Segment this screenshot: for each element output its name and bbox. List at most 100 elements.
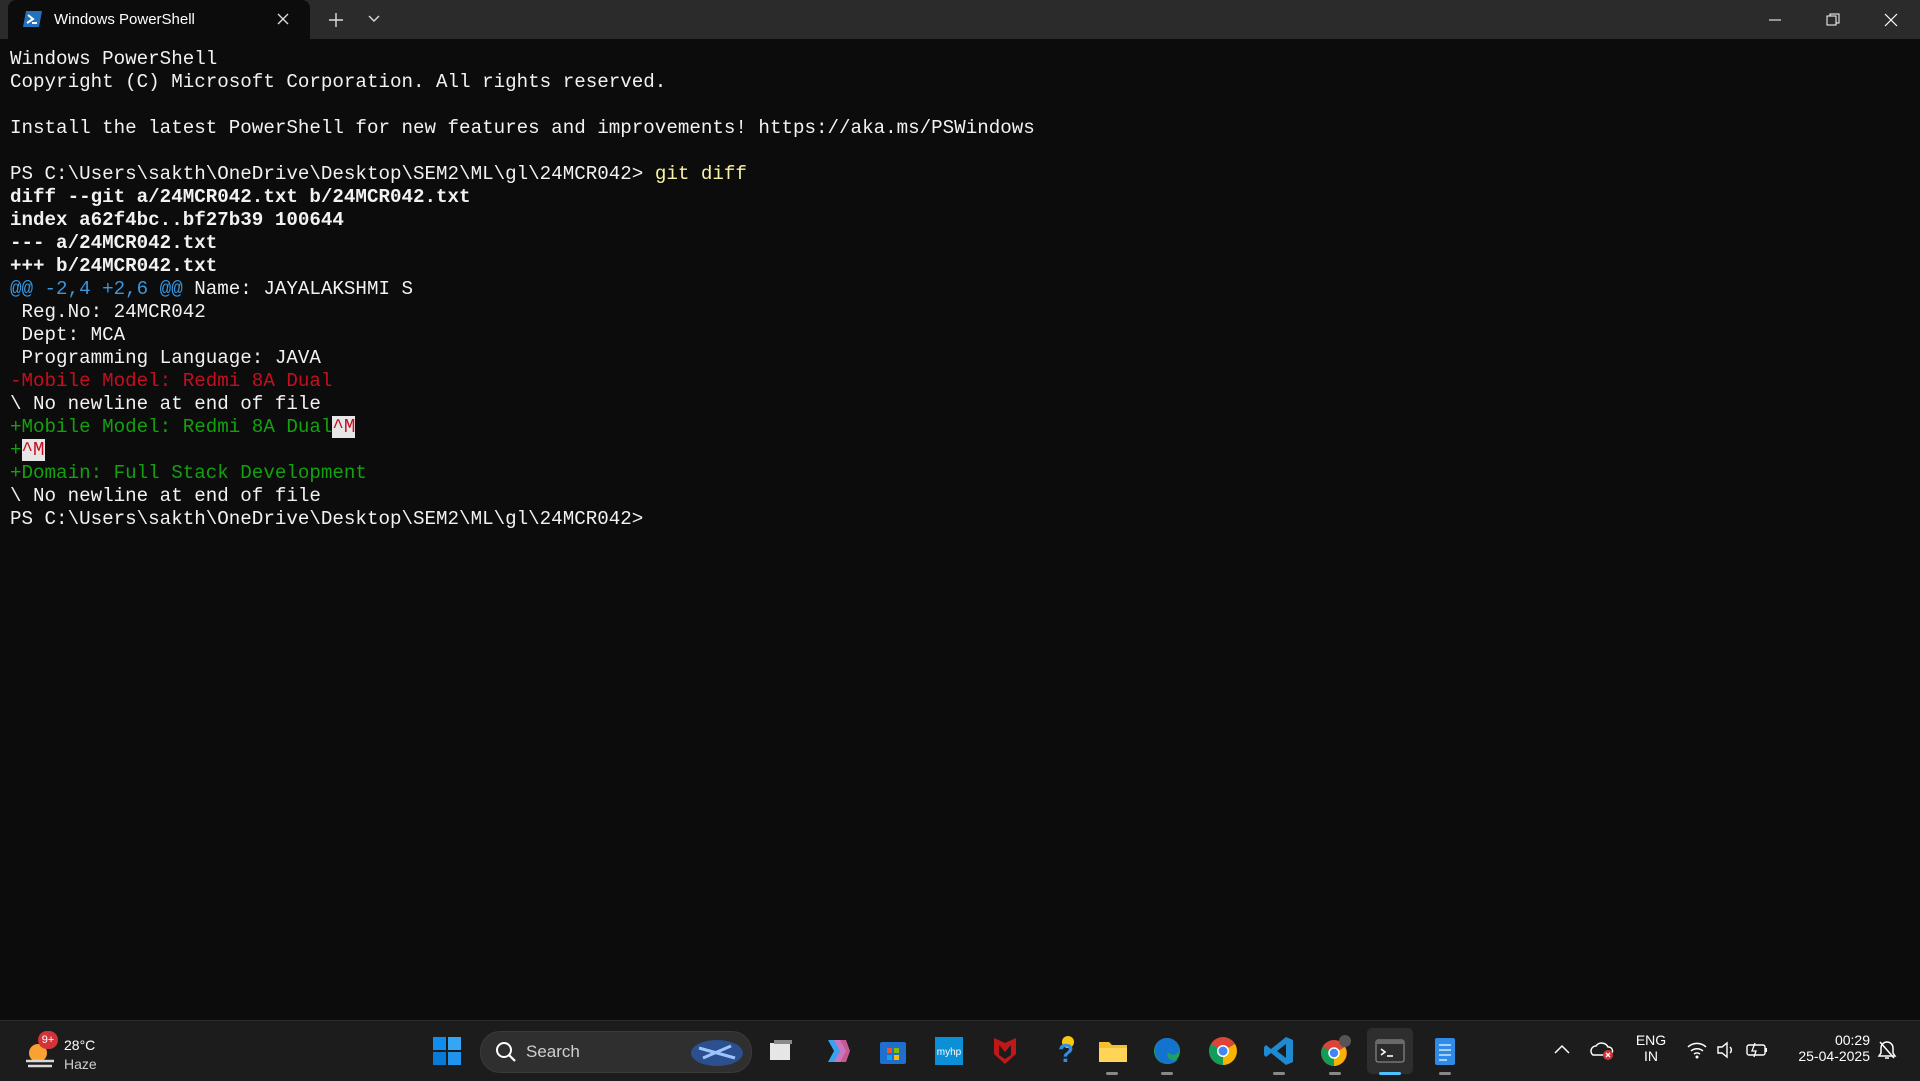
terminal-text: Windows PowerShell — [10, 48, 218, 70]
terminal-line: Windows PowerShell — [10, 48, 1910, 71]
terminal-line: +Domain: Full Stack Development — [10, 462, 1910, 485]
search-label: Search — [526, 1042, 580, 1061]
region-code: IN — [1644, 1048, 1658, 1064]
terminal-text: +Domain: Full Stack Development — [10, 462, 367, 484]
terminal-line: +^M — [10, 439, 1910, 462]
shell-prompt: PS C:\Users\sakth\OneDrive\Desktop\SEM2\… — [10, 163, 655, 185]
terminal-text: +++ b/24MCR042.txt — [10, 255, 218, 277]
microsoft-store-icon[interactable] — [876, 1034, 910, 1068]
weather-widget[interactable]: 9+ 28°C Haze — [20, 1031, 110, 1075]
search-icon — [496, 1042, 516, 1062]
chevron-down-icon[interactable] — [367, 14, 381, 24]
language-code: ENG — [1635, 1032, 1667, 1048]
powershell-icon — [23, 11, 42, 27]
terminal-line: --- a/24MCR042.txt — [10, 232, 1910, 255]
new-tab-icon[interactable] — [327, 11, 345, 29]
terminal-line: @@ -2,4 +2,6 @@ Name: JAYALAKSHMI S — [10, 278, 1910, 301]
tab-windows-powershell[interactable]: Windows PowerShell — [8, 0, 310, 39]
notification-bell-icon[interactable] — [1876, 1038, 1898, 1062]
diff-context: Name: JAYALAKSHMI S — [182, 278, 414, 300]
terminal-output[interactable]: Windows PowerShell Copyright (C) Microsof… — [10, 48, 1910, 1008]
running-indicator — [1106, 1072, 1118, 1075]
language-indicator[interactable]: ENG IN — [1632, 1032, 1670, 1064]
minimize-button[interactable] — [1746, 0, 1804, 39]
terminal-line: diff --git a/24MCR042.txt b/24MCR042.txt — [10, 186, 1910, 209]
restore-icon — [1826, 13, 1840, 26]
task-view-icon[interactable] — [764, 1034, 798, 1068]
terminal-text: \ No newline at end of file — [10, 393, 321, 415]
terminal-text: Dept: MCA — [10, 324, 126, 346]
running-indicator — [1273, 1072, 1285, 1075]
search-highlight-icon — [691, 1040, 743, 1066]
wifi-icon[interactable] — [1686, 1040, 1708, 1060]
running-indicator — [1329, 1072, 1341, 1075]
myhp-icon[interactable]: myhp — [932, 1034, 966, 1068]
running-indicator — [1161, 1072, 1173, 1075]
clock-time: 00:29 — [1834, 1032, 1870, 1048]
terminal-icon — [1375, 1039, 1405, 1063]
weather-desc: Haze — [64, 1056, 97, 1072]
terminal-line: Dept: MCA — [10, 324, 1910, 347]
terminal-line: \ No newline at end of file — [10, 393, 1910, 416]
terminal-line: PS C:\Users\sakth\OneDrive\Desktop\SEM2\… — [10, 508, 1910, 531]
taskbar-search[interactable]: Search — [480, 1031, 752, 1073]
chrome-profile-icon[interactable] — [1318, 1034, 1352, 1068]
get-help-icon[interactable]: ? — [1044, 1034, 1078, 1068]
terminal-text: +Mobile Model: Redmi 8A Dual — [10, 416, 333, 438]
close-icon — [1884, 13, 1898, 27]
close-tab-icon[interactable] — [276, 12, 290, 26]
shell-prompt: PS C:\Users\sakth\OneDrive\Desktop\SEM2\… — [10, 508, 655, 530]
chrome-icon[interactable] — [1206, 1034, 1240, 1068]
active-indicator — [1379, 1072, 1401, 1075]
terminal-line: PS C:\Users\sakth\OneDrive\Desktop\SEM2\… — [10, 163, 1910, 186]
clock-date: 25-04-2025 — [1798, 1048, 1870, 1064]
terminal-text: Install the latest PowerShell for new fe… — [10, 117, 1035, 139]
terminal-text: Copyright (C) Microsoft Corporation. All… — [10, 71, 667, 93]
terminal-line: -Mobile Model: Redmi 8A Dual — [10, 370, 1910, 393]
terminal-line: Install the latest PowerShell for new fe… — [10, 117, 1910, 140]
carriage-return-marker: ^M — [332, 416, 356, 438]
terminal-line: index a62f4bc..bf27b39 100644 — [10, 209, 1910, 232]
terminal-line: Reg.No: 24MCR042 — [10, 301, 1910, 324]
terminal-line: +Mobile Model: Redmi 8A Dual^M — [10, 416, 1910, 439]
running-indicator — [1439, 1072, 1451, 1075]
weather-badge: 9+ — [38, 1031, 58, 1049]
vscode-icon[interactable] — [1262, 1034, 1296, 1068]
terminal-text: Programming Language: JAVA — [10, 347, 321, 369]
terminal-text: \ No newline at end of file — [10, 485, 321, 507]
diff-hunk-header: @@ -2,4 +2,6 @@ — [10, 278, 183, 300]
file-explorer-icon[interactable] — [1096, 1034, 1130, 1068]
battery-icon[interactable] — [1745, 1040, 1769, 1060]
carriage-return-marker: ^M — [21, 439, 45, 461]
terminal-text: index a62f4bc..bf27b39 100644 — [10, 209, 344, 231]
terminal-text: -Mobile Model: Redmi 8A Dual — [10, 370, 333, 392]
terminal-text: diff --git a/24MCR042.txt b/24MCR042.txt — [10, 186, 471, 208]
shell-command: git diff — [654, 163, 747, 185]
clock[interactable]: 00:29 25-04-2025 — [1780, 1032, 1870, 1064]
terminal-line: +++ b/24MCR042.txt — [10, 255, 1910, 278]
terminal-line: \ No newline at end of file — [10, 485, 1910, 508]
weather-temp: 28°C — [64, 1037, 96, 1053]
close-button[interactable] — [1862, 0, 1920, 39]
terminal-text: Reg.No: 24MCR042 — [10, 301, 206, 323]
title-bar: Windows PowerShell — [0, 0, 1920, 39]
tab-title: Windows PowerShell — [54, 11, 195, 28]
mcafee-icon[interactable] — [988, 1034, 1022, 1068]
terminal-line: Copyright (C) Microsoft Corporation. All… — [10, 71, 1910, 94]
windows-start-icon[interactable] — [430, 1034, 464, 1068]
minimize-icon — [1769, 19, 1781, 21]
terminal-text: --- a/24MCR042.txt — [10, 232, 218, 254]
copilot-icon[interactable] — [820, 1034, 854, 1068]
restore-button[interactable] — [1804, 0, 1862, 39]
terminal-line: Programming Language: JAVA — [10, 347, 1910, 370]
svg-text:myhp: myhp — [937, 1047, 962, 1058]
svg-text:?: ? — [1058, 1038, 1074, 1068]
notepad-icon[interactable] — [1428, 1034, 1462, 1068]
edge-icon[interactable] — [1150, 1034, 1184, 1068]
show-hidden-icons-chevron-icon[interactable] — [1553, 1042, 1571, 1056]
terminal-text: + — [10, 439, 22, 461]
volume-icon[interactable] — [1716, 1040, 1738, 1060]
onedrive-error-icon[interactable] — [1589, 1039, 1615, 1061]
